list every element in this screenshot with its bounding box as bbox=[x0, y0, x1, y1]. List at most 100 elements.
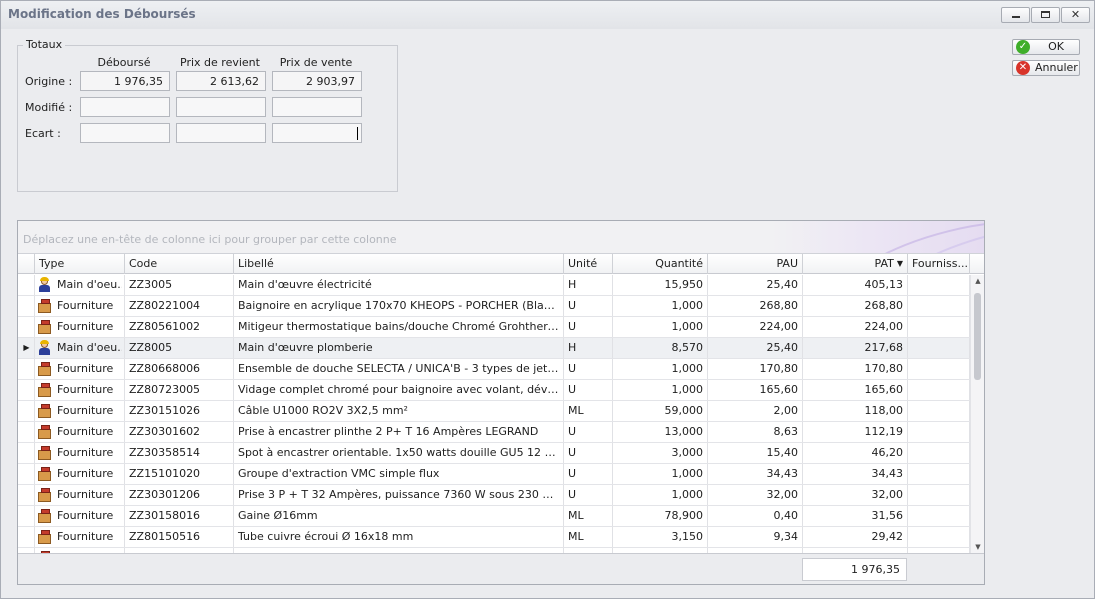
ecart-debourse-field[interactable] bbox=[80, 123, 170, 143]
cell-pau[interactable]: 170,80 bbox=[708, 359, 803, 379]
table-row[interactable]: Fourniture ZZ30158016 Gaine Ø16mm ML 78,900 0… bbox=[18, 506, 970, 527]
cell-unite[interactable]: ML bbox=[564, 506, 613, 526]
modifie-debourse-field[interactable] bbox=[80, 97, 170, 117]
cell-unite[interactable]: U bbox=[564, 296, 613, 316]
cell-fourn[interactable] bbox=[908, 506, 970, 526]
cell-libelle[interactable]: Spot à encastrer orientable. 1x50 watts … bbox=[234, 443, 564, 463]
cell-quantite[interactable]: 1,000 bbox=[613, 380, 708, 400]
cell-pau[interactable]: 34,43 bbox=[708, 464, 803, 484]
cell-pat[interactable]: 217,68 bbox=[803, 338, 908, 358]
cell-libelle[interactable]: Main d'œuvre plomberie bbox=[234, 338, 564, 358]
cell-code[interactable]: ZZ30158016 bbox=[125, 506, 234, 526]
cell-type[interactable]: Fourniture bbox=[35, 317, 125, 337]
cell-code[interactable]: ZZ30301602 bbox=[125, 422, 234, 442]
cell-fourn[interactable] bbox=[908, 464, 970, 484]
cell-pau[interactable]: 224,00 bbox=[708, 317, 803, 337]
cell-pau[interactable]: 9,34 bbox=[708, 527, 803, 547]
ecart-prix-vente-field[interactable] bbox=[272, 123, 362, 143]
table-row[interactable]: Fourniture ZZ30301206 Prise 3 P + T 32 Amp… bbox=[18, 485, 970, 506]
table-row[interactable]: Fourniture ZZ80668006 Ensemble de douche S… bbox=[18, 359, 970, 380]
origine-debourse-field[interactable]: 1 976,35 bbox=[80, 71, 170, 91]
cell-type[interactable]: Fourniture bbox=[35, 485, 125, 505]
table-row[interactable]: ▶ Main d'oeu... ZZ8005 Main d'œuvre plomber… bbox=[18, 338, 970, 359]
cell-libelle[interactable]: Groupe d'extraction VMC simple flux bbox=[234, 464, 564, 484]
cell-quantite[interactable]: 8,570 bbox=[613, 338, 708, 358]
minimize-button[interactable] bbox=[1001, 7, 1030, 23]
cell-type[interactable]: Main d'oeu... bbox=[35, 338, 125, 358]
header-pau[interactable]: PAU bbox=[708, 254, 803, 274]
cell-pat[interactable]: 118,00 bbox=[803, 401, 908, 421]
cell-pau[interactable]: 15,40 bbox=[708, 443, 803, 463]
cell-libelle[interactable]: Main d'œuvre électricité bbox=[234, 275, 564, 295]
cell-pau[interactable]: 268,80 bbox=[708, 296, 803, 316]
cell-code[interactable]: ZZ15101020 bbox=[125, 464, 234, 484]
cell-pat[interactable]: 112,19 bbox=[803, 422, 908, 442]
cell-unite[interactable]: U bbox=[564, 317, 613, 337]
cell-type[interactable]: Fourniture bbox=[35, 380, 125, 400]
cell-code[interactable]: ZZ80221004 bbox=[125, 296, 234, 316]
cell-pau[interactable]: 8,63 bbox=[708, 422, 803, 442]
cell-unite[interactable]: U bbox=[564, 422, 613, 442]
cell-fourn[interactable] bbox=[908, 422, 970, 442]
cell-pat[interactable]: 165,60 bbox=[803, 380, 908, 400]
cell-libelle[interactable]: Mitigeur thermostatique bains/douche Chr… bbox=[234, 317, 564, 337]
cell-pau[interactable]: 25,40 bbox=[708, 275, 803, 295]
cell-pat[interactable]: 32,00 bbox=[803, 485, 908, 505]
cell-pat[interactable]: 34,43 bbox=[803, 464, 908, 484]
annuler-button[interactable]: ✕ Annuler bbox=[1012, 60, 1080, 76]
cell-pat[interactable]: 224,00 bbox=[803, 317, 908, 337]
cell-code[interactable]: ZZ80668006 bbox=[125, 359, 234, 379]
origine-prix-revient-field[interactable]: 2 613,62 bbox=[176, 71, 266, 91]
cell-pau[interactable]: 165,60 bbox=[708, 380, 803, 400]
cell-quantite[interactable]: 1,000 bbox=[613, 485, 708, 505]
cell-code[interactable]: ZZ80723005 bbox=[125, 380, 234, 400]
cell-unite[interactable]: U bbox=[564, 359, 613, 379]
header-fournisseur[interactable]: Fourniss... bbox=[908, 254, 970, 274]
cell-fourn[interactable] bbox=[908, 527, 970, 547]
cell-fourn[interactable] bbox=[908, 317, 970, 337]
modifie-prix-revient-field[interactable] bbox=[176, 97, 266, 117]
header-pat[interactable]: PAT ▼ bbox=[803, 254, 908, 274]
header-unite[interactable]: Unité bbox=[564, 254, 613, 274]
cell-code[interactable]: ZZ3005 bbox=[125, 275, 234, 295]
cell-pat[interactable]: 268,80 bbox=[803, 296, 908, 316]
modifie-prix-vente-field[interactable] bbox=[272, 97, 362, 117]
cell-code[interactable]: ZZ30301206 bbox=[125, 485, 234, 505]
cell-type[interactable]: Fourniture bbox=[35, 443, 125, 463]
cell-code[interactable]: ZZ30151026 bbox=[125, 401, 234, 421]
cell-quantite[interactable]: 1,000 bbox=[613, 464, 708, 484]
cell-libelle[interactable]: Prise à encastrer plinthe 2 P+ T 16 Ampè… bbox=[234, 422, 564, 442]
table-row[interactable]: Fourniture ZZ15101020 Groupe d'extraction … bbox=[18, 464, 970, 485]
cell-fourn[interactable] bbox=[908, 338, 970, 358]
ecart-prix-revient-field[interactable] bbox=[176, 123, 266, 143]
cell-unite[interactable]: U bbox=[564, 485, 613, 505]
vertical-scrollbar[interactable]: ▲ ▼ bbox=[970, 275, 984, 553]
cell-fourn[interactable] bbox=[908, 275, 970, 295]
scroll-up-icon[interactable]: ▲ bbox=[971, 275, 985, 287]
cell-libelle[interactable]: Ensemble de douche SELECTA / UNICA'B - 3… bbox=[234, 359, 564, 379]
cell-pat[interactable]: 31,56 bbox=[803, 506, 908, 526]
cell-fourn[interactable] bbox=[908, 359, 970, 379]
cell-pat[interactable]: 29,42 bbox=[803, 527, 908, 547]
maximize-button[interactable] bbox=[1031, 7, 1060, 23]
cell-quantite[interactable]: 13,000 bbox=[613, 422, 708, 442]
table-row[interactable]: Fourniture ZZ80561002 Mitigeur thermostati… bbox=[18, 317, 970, 338]
cell-quantite[interactable]: 1,000 bbox=[613, 359, 708, 379]
cell-code[interactable]: ZZ80561002 bbox=[125, 317, 234, 337]
table-row[interactable]: Fourniture ZZ80723005 Vidage complet chrom… bbox=[18, 380, 970, 401]
table-row[interactable]: Main d'oeu... ZZ3005 Main d'œuvre électric… bbox=[18, 275, 970, 296]
ok-button[interactable]: ✓ OK bbox=[1012, 39, 1080, 55]
cell-pau[interactable]: 25,40 bbox=[708, 338, 803, 358]
table-row[interactable]: Fourniture ZZ80221004 Baignoire en acryliq… bbox=[18, 296, 970, 317]
cell-fourn[interactable] bbox=[908, 401, 970, 421]
cell-libelle[interactable]: Câble U1000 RO2V 3X2,5 mm² bbox=[234, 401, 564, 421]
cell-libelle[interactable]: Baignoire en acrylique 170x70 KHEOPS - P… bbox=[234, 296, 564, 316]
cell-type[interactable]: Fourniture bbox=[35, 359, 125, 379]
cell-type[interactable]: Fourniture bbox=[35, 401, 125, 421]
cell-type[interactable]: Fourniture bbox=[35, 422, 125, 442]
table-row[interactable]: Fourniture ZZ30301602 Prise à encastrer pl… bbox=[18, 422, 970, 443]
scroll-down-icon[interactable]: ▼ bbox=[971, 541, 985, 553]
cell-quantite[interactable]: 1,000 bbox=[613, 317, 708, 337]
cell-libelle[interactable]: Vidage complet chromé pour baignoire ave… bbox=[234, 380, 564, 400]
cell-libelle[interactable]: Tube cuivre écroui Ø 16x18 mm bbox=[234, 527, 564, 547]
